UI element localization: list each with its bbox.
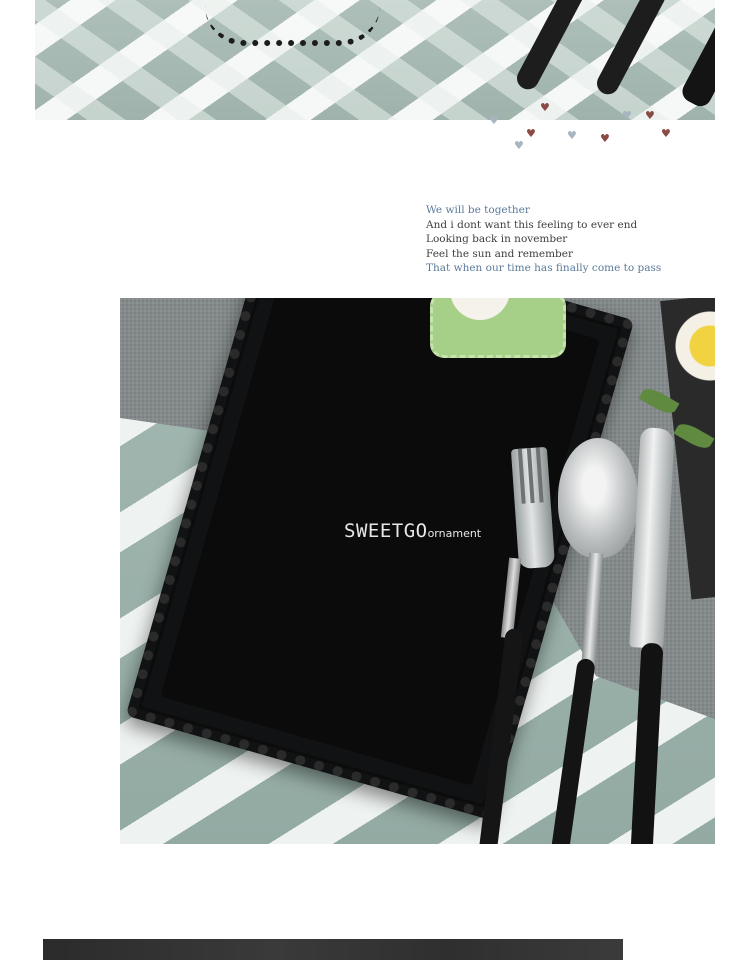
lyrics-block: We will be together And i dont want this… (426, 203, 726, 276)
lyric-line: We will be together (426, 204, 530, 216)
heart-icon: ♥ (514, 139, 524, 152)
yellow-flower (675, 306, 715, 386)
bottom-product-photo (43, 939, 623, 960)
heart-icon: ♥ (600, 132, 610, 145)
heart-icon: ♥ (526, 127, 536, 140)
watermark-brand: SWEETGO (344, 520, 428, 542)
heart-icon: ♥ (645, 109, 655, 122)
heart-icon: ♥ (567, 129, 577, 142)
lyric-line: Looking back in november (426, 233, 568, 245)
spoon-neck (580, 552, 604, 674)
lyric-line: And i dont want this feeling to ever end (426, 218, 638, 231)
knife-blade (629, 427, 675, 649)
lyric-line: Feel the sun and remember (426, 247, 574, 260)
heart-icon: ♥ (622, 109, 632, 122)
spoon-bowl (558, 438, 638, 558)
heart-icon: ♥ (661, 127, 671, 140)
heart-icon: ♥ (540, 101, 550, 114)
main-product-photo: SWEETGOornament (120, 298, 715, 844)
lace-tray-edge (205, 0, 380, 46)
heart-icon: ♥ (489, 114, 499, 127)
brand-watermark: SWEETGOornament (344, 520, 481, 542)
watermark-suffix: ornament (427, 527, 482, 540)
lyric-line: That when our time has finally come to p… (426, 262, 662, 274)
top-product-photo (35, 0, 715, 120)
